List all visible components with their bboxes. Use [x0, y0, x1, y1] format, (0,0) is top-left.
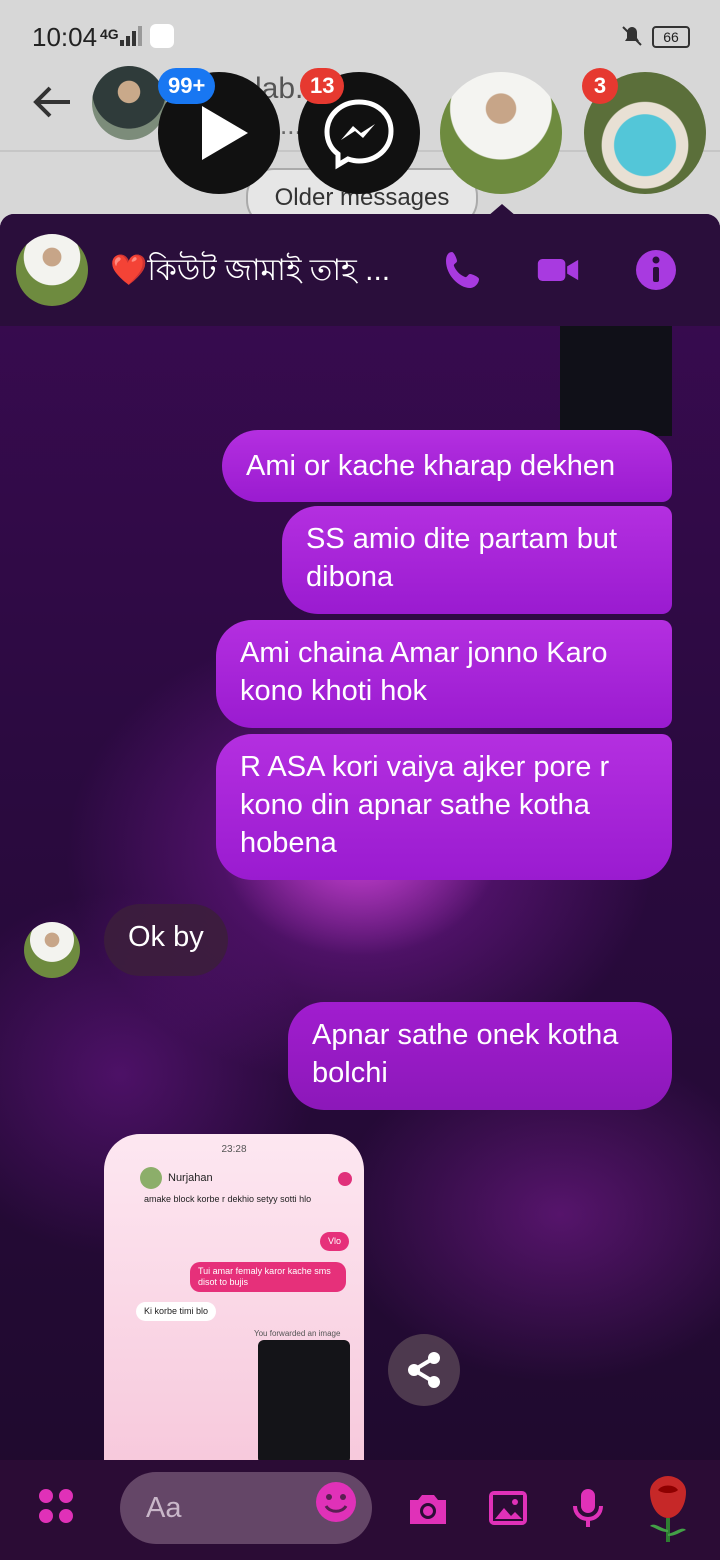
previous-image-thumbnail[interactable] [560, 326, 672, 436]
sender-avatar [24, 922, 80, 978]
unread-badge: 3 [582, 68, 618, 104]
screenshot-bubble: Vlo [320, 1232, 350, 1251]
screenshot-forward-note: You forwarded an image [254, 1329, 341, 1338]
screenshot-text: amake block korbe r dekhio setyy sotti h… [144, 1194, 312, 1204]
camera-icon[interactable] [406, 1486, 450, 1530]
background-avatar [92, 66, 166, 140]
phone-icon[interactable] [442, 248, 486, 292]
message-sent[interactable]: Ami or kache kharap dekhen [222, 430, 672, 502]
unread-badge: 13 [300, 68, 345, 104]
screenshot-time: 23:28 [221, 1144, 247, 1155]
battery-indicator: 66 [652, 26, 690, 48]
message-sent[interactable]: SS amio dite partam but dibona [282, 506, 672, 614]
conversation-header: ❤️কিউট জামাই তাহ ... [0, 214, 720, 326]
screenshot-contact: Nurjahan [168, 1172, 213, 1184]
menu-grid-icon[interactable] [36, 1486, 76, 1526]
gallery-icon[interactable] [486, 1486, 530, 1530]
video-call-icon[interactable] [536, 248, 580, 292]
network-indicator: 4G [100, 26, 119, 42]
emoji-icon[interactable] [314, 1480, 358, 1524]
contact-name[interactable]: ❤️কিউট জামাই তাহ ... [110, 246, 410, 297]
chat-head-conversation: ❤️কিউট জামাই তাহ ... Ami or kache kharap… [0, 214, 720, 1560]
nested-screenshot [258, 1340, 350, 1464]
message-sent[interactable]: Ami chaina Amar jonno Karo kono khoti ho… [216, 620, 672, 728]
back-arrow-icon [33, 86, 70, 118]
share-icon [408, 1352, 440, 1388]
avatar [140, 1167, 162, 1189]
status-time: 10:04 [32, 22, 98, 52]
microphone-icon[interactable] [566, 1486, 610, 1530]
message-sent[interactable]: Apnar sathe onek kotha bolchi [288, 1002, 672, 1110]
screenshot-bubble: Tui amar femaly karor kache sms disot to… [190, 1262, 346, 1292]
share-button[interactable] [388, 1334, 460, 1406]
messenger-notification-icon [150, 24, 174, 48]
message-received[interactable]: Ok by [104, 904, 228, 976]
chat-head-active-contact[interactable] [440, 72, 562, 194]
input-placeholder: Aa [146, 1492, 182, 1524]
composer-bar: Aa [0, 1460, 720, 1560]
rose-icon[interactable] [636, 1474, 700, 1544]
info-icon[interactable] [634, 248, 678, 292]
shared-screenshot-image[interactable]: 23:28 Nurjahan amake block korbe r dekhi… [104, 1134, 364, 1464]
screenshot-header: Nurjahan [104, 1164, 364, 1194]
signal-icon [120, 26, 142, 46]
unread-badge: 99+ [158, 68, 216, 104]
avatar[interactable] [16, 234, 88, 306]
status-bar: 10:04 4G 66 [0, 0, 720, 72]
message-sent[interactable]: R ASA kori vaiya ajker pore r kono din a… [216, 734, 672, 880]
screenshot-bubble: Ki korbe timi blo [136, 1302, 217, 1321]
info-icon [338, 1172, 352, 1186]
muted-bell-icon [622, 26, 642, 46]
